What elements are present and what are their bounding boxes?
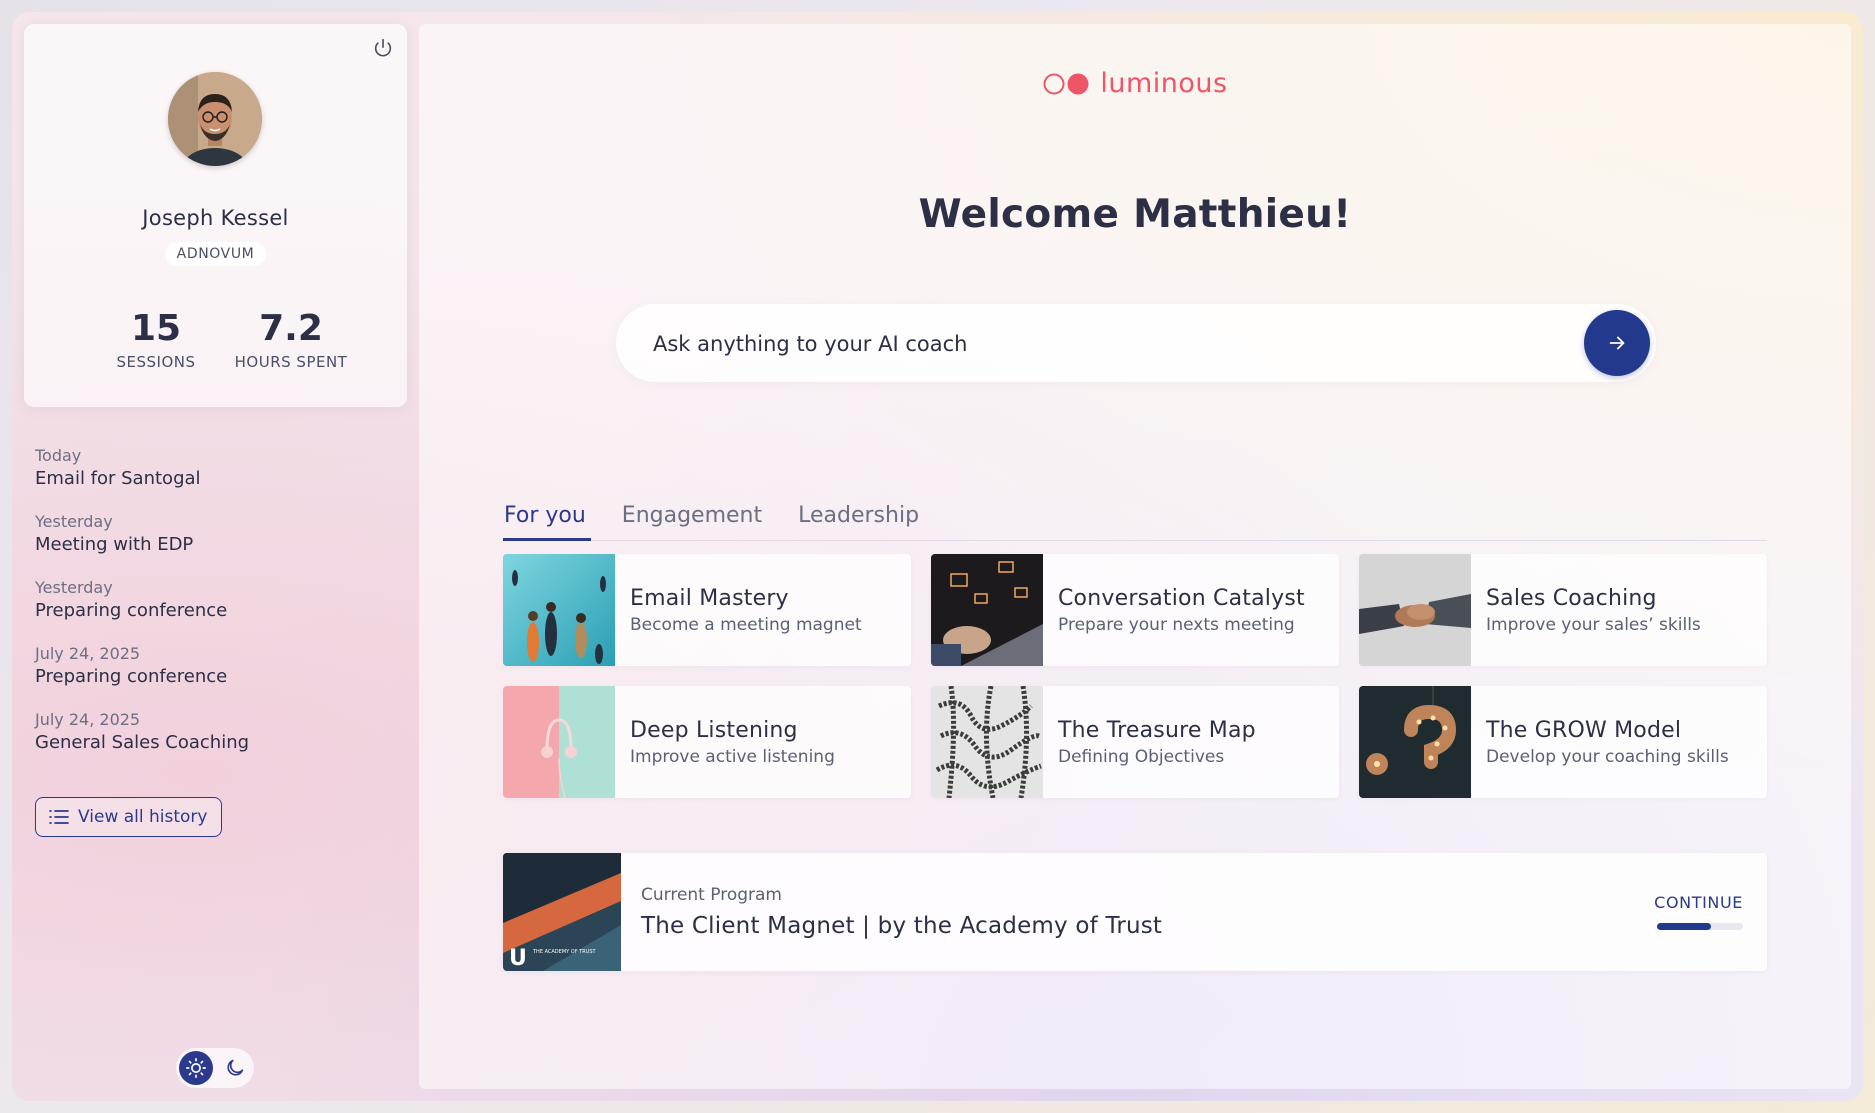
course-thumbnail [503,686,615,798]
history-item[interactable]: July 24, 2025 General Sales Coaching [35,710,395,755]
course-thumbnail [1359,686,1471,798]
view-all-history-label: View all history [78,807,208,827]
history-date: Yesterday [35,512,113,531]
course-subtitle: Improve active listening [630,746,835,767]
list-icon [48,808,70,826]
history-date: July 24, 2025 [35,710,141,729]
course-title: Email Mastery [630,585,789,611]
course-card-treasure-map[interactable]: The Treasure Map Defining Objectives [931,686,1339,798]
course-card-sales-coaching[interactable]: Sales Coaching Improve your sales’ skill… [1359,554,1767,666]
course-title: Sales Coaching [1486,585,1657,611]
avatar[interactable] [168,72,262,166]
send-button[interactable] [1584,310,1650,376]
program-thumbnail: U THE ACADEMY OF TRUST [503,853,621,971]
sun-icon[interactable] [179,1051,213,1085]
main-panel: luminous Welcome Matthieu! For you Engag… [419,24,1851,1089]
program-label: Current Program [641,885,782,905]
course-title: The Treasure Map [1058,717,1256,743]
stat-sessions: 15 SESSIONS [106,308,206,372]
app-window: Joseph Kessel ADNOVUM 15 SESSIONS 7.2 HO… [12,12,1863,1101]
power-icon[interactable] [369,34,397,62]
course-thumbnail [1359,554,1471,666]
history-date: July 24, 2025 [35,644,141,663]
history-title: Preparing conference [35,600,228,621]
tab-engagement[interactable]: Engagement [621,490,763,540]
tab-for-you[interactable]: For you [503,490,591,541]
course-thumbnail [931,554,1043,666]
academy-logo-mark: U [509,946,527,971]
course-subtitle: Prepare your nexts meeting [1058,614,1295,635]
company-badge: ADNOVUM [164,242,267,266]
program-progress-fill [1657,923,1712,930]
course-card-email-mastery[interactable]: Email Mastery Become a meeting magnet [503,554,911,666]
history-date: Today [35,446,82,465]
history-item[interactable]: July 24, 2025 Preparing conference [35,644,395,689]
moon-icon[interactable] [218,1051,252,1085]
course-grid: Email Mastery Become a meeting magnet Co… [503,554,1767,798]
tab-leadership[interactable]: Leadership [797,490,920,540]
course-card-conversation-catalyst[interactable]: Conversation Catalyst Prepare your nexts… [931,554,1339,666]
history-title: Meeting with EDP [35,534,194,555]
course-subtitle: Become a meeting magnet [630,614,862,635]
stat-sessions-value: 15 [130,308,182,349]
history-title: Email for Santogal [35,468,201,489]
welcome-heading: Welcome Matthieu! [918,192,1352,237]
course-title: Deep Listening [630,717,798,743]
history-title: General Sales Coaching [35,732,250,753]
ask-input[interactable] [651,304,1555,384]
course-title: The GROW Model [1486,717,1682,743]
history-list: Today Email for Santogal Yesterday Meeti… [35,446,395,776]
course-thumbnail [931,686,1043,798]
history-item[interactable]: Today Email for Santogal [35,446,395,491]
history-date: Yesterday [35,578,113,597]
program-title: The Client Magnet | by the Academy of Tr… [641,913,1163,939]
stat-sessions-label: SESSIONS [116,353,196,371]
profile-name: Joseph Kessel [142,206,289,230]
course-subtitle: Improve your sales’ skills [1486,614,1701,635]
logo-mark-icon [1042,71,1090,97]
arrow-right-icon [1606,332,1628,354]
profile-card: Joseph Kessel ADNOVUM 15 SESSIONS 7.2 HO… [24,24,407,407]
history-item[interactable]: Yesterday Preparing conference [35,578,395,623]
course-subtitle: Defining Objectives [1058,746,1225,767]
stat-hours-value: 7.2 [259,308,323,349]
course-subtitle: Develop your coaching skills [1486,746,1729,767]
stat-hours-label: HOURS SPENT [234,353,348,371]
brand-logo[interactable]: luminous [419,68,1851,99]
course-thumbnail [503,554,615,666]
stat-hours: 7.2 HOURS SPENT [226,308,356,372]
ask-bar [616,304,1656,384]
history-title: Preparing conference [35,666,228,687]
academy-logo-text: THE ACADEMY OF TRUST [532,949,597,955]
brand-name: luminous [1100,68,1228,99]
course-title: Conversation Catalyst [1058,585,1305,611]
category-tabs: For you Engagement Leadership [503,490,1767,541]
view-all-history-button[interactable]: View all history [35,797,223,837]
continue-button[interactable]: CONTINUE [1654,893,1743,912]
theme-toggle[interactable] [176,1048,254,1088]
history-item[interactable]: Yesterday Meeting with EDP [35,512,395,557]
current-program-card[interactable]: U THE ACADEMY OF TRUST Current Program T… [503,853,1767,971]
course-card-grow-model[interactable]: The GROW Model Develop your coaching ski… [1359,686,1767,798]
course-card-deep-listening[interactable]: Deep Listening Improve active listening [503,686,911,798]
program-progress-bar [1657,923,1743,930]
